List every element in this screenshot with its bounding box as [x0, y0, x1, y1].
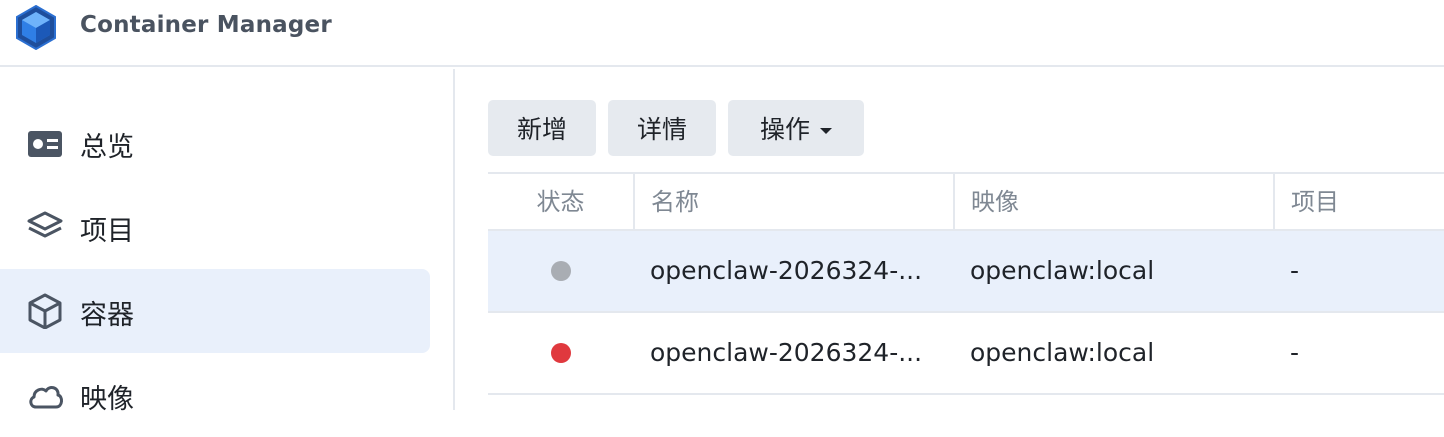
container-image: openclaw:local — [970, 256, 1155, 285]
sidebar-item-images[interactable]: 映像 — [0, 353, 430, 437]
status-error-icon — [551, 343, 571, 363]
container-manager-logo-icon — [16, 5, 56, 50]
app-title: Container Manager — [80, 12, 332, 38]
add-button[interactable]: 新增 — [488, 100, 596, 156]
sidebar-item-label: 容器 — [80, 300, 134, 331]
sidebar-item-projects[interactable]: 项目 — [0, 185, 430, 269]
container-name: openclaw-2026324-... — [650, 338, 923, 367]
containers-table: 状态 名称 映像 项目 openclaw-2026324-... opencla… — [488, 172, 1444, 410]
details-button[interactable]: 详情 — [608, 100, 716, 156]
column-header-image[interactable]: 映像 — [953, 174, 1273, 231]
overview-card-icon — [28, 131, 62, 157]
table-header: 状态 名称 映像 项目 — [488, 174, 1444, 231]
title-bar: Container Manager — [0, 0, 1444, 67]
container-name: openclaw-2026324-... — [650, 256, 923, 285]
cloud-icon — [29, 386, 63, 409]
container-project: - — [1290, 256, 1300, 285]
container-project: - — [1290, 338, 1300, 367]
table-row[interactable]: openclaw-2026324-... openclaw:local - — [488, 231, 1444, 313]
main-panel: 新增 详情 操作 状态 名称 映像 项目 openclaw-2026324-..… — [457, 69, 1444, 410]
caret-down-icon — [820, 128, 832, 134]
sidebar-item-containers[interactable]: 容器 — [0, 269, 430, 353]
layers-icon — [27, 211, 63, 238]
table-row[interactable]: openclaw-2026324-... openclaw:local - — [488, 313, 1444, 395]
sidebar-item-overview[interactable]: 总览 — [0, 101, 430, 185]
column-header-name[interactable]: 名称 — [633, 174, 953, 231]
sidebar-item-label: 映像 — [80, 384, 134, 415]
column-header-status[interactable]: 状态 — [488, 174, 633, 231]
actions-dropdown-button[interactable]: 操作 — [728, 100, 864, 156]
column-header-project[interactable]: 项目 — [1273, 174, 1444, 231]
cube-icon — [28, 293, 62, 329]
sidebar-item-label: 项目 — [80, 216, 134, 247]
status-stopped-icon — [551, 261, 571, 281]
sidebar-item-label: 总览 — [80, 132, 134, 163]
sidebar: 总览 项目 容器 映像 — [0, 69, 455, 415]
container-image: openclaw:local — [970, 338, 1155, 367]
actions-button-label: 操作 — [759, 115, 810, 144]
